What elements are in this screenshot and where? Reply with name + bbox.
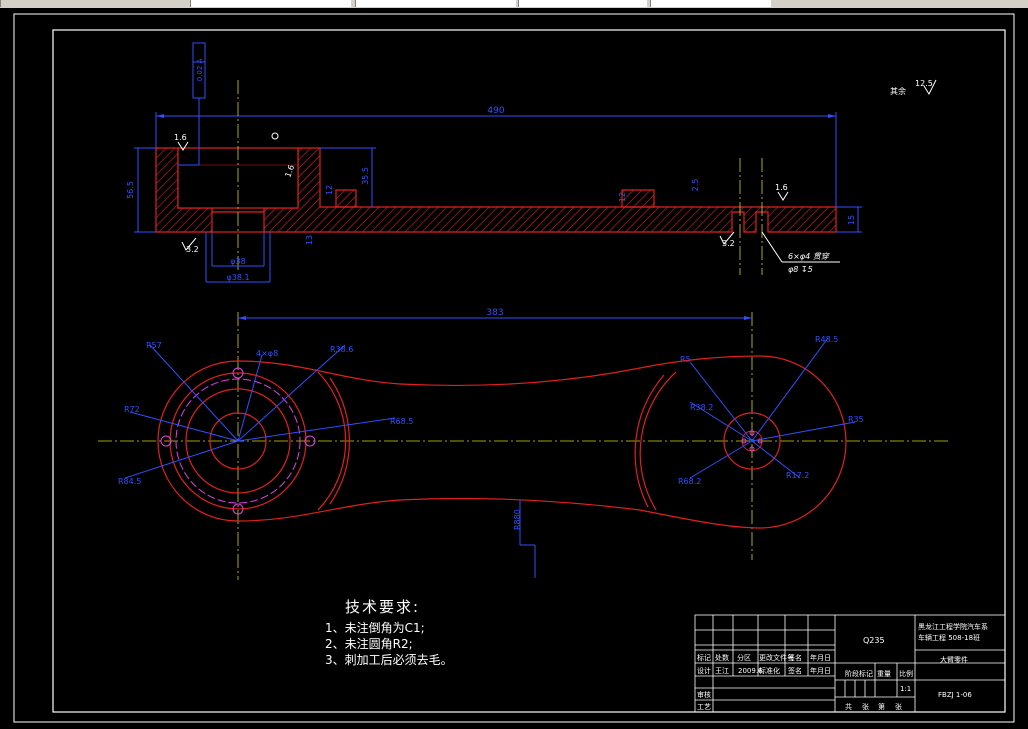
svg-text:处数: 处数 — [715, 653, 729, 662]
svg-text:12: 12 — [618, 192, 627, 202]
svg-text:签名: 签名 — [788, 653, 802, 662]
svg-text:3.2: 3.2 — [186, 245, 199, 254]
svg-text:工艺: 工艺 — [697, 703, 711, 711]
svg-text:张: 张 — [895, 702, 902, 711]
svg-text:R57: R57 — [146, 341, 162, 350]
svg-text:4×φ8: 4×φ8 — [256, 349, 278, 358]
svg-text:签名: 签名 — [788, 666, 802, 675]
svg-text:6×φ4 贯穿: 6×φ4 贯穿 — [788, 252, 830, 261]
svg-text:张: 张 — [862, 702, 869, 711]
svg-text:15: 15 — [847, 215, 856, 225]
svg-text:标准化: 标准化 — [759, 666, 780, 675]
svg-text:φ8 ↧5: φ8 ↧5 — [788, 265, 813, 274]
svg-text:R5: R5 — [680, 355, 691, 364]
svg-text:0.02 A: 0.02 A — [196, 58, 204, 81]
svg-text:R48.5: R48.5 — [815, 335, 838, 344]
svg-text:其余: 其余 — [890, 86, 906, 96]
svg-text:年月日: 年月日 — [810, 653, 831, 662]
inner-frame — [52, 29, 1006, 713]
svg-text:王江: 王江 — [715, 667, 729, 675]
overall-length-dim: 490 — [487, 106, 504, 116]
svg-text:1.6: 1.6 — [174, 133, 187, 142]
toolbar-dropdown[interactable] — [518, 0, 647, 7]
svg-text:12: 12 — [325, 185, 334, 195]
svg-text:第: 第 — [878, 702, 885, 711]
svg-text:R38.2: R38.2 — [690, 403, 713, 412]
svg-text:R84.5: R84.5 — [118, 477, 141, 486]
svg-text:1:1: 1:1 — [900, 685, 911, 693]
svg-text:分区: 分区 — [737, 653, 751, 662]
svg-text:φ38: φ38 — [230, 257, 245, 266]
section-view: 490 56.5 35.5 15 12 13 12 2.5 φ38 φ38.1 … — [126, 42, 937, 283]
svg-text:13: 13 — [305, 235, 314, 245]
svg-text:年月日: 年月日 — [810, 666, 831, 675]
svg-text:重量: 重量 — [877, 670, 891, 678]
cad-drawing-canvas[interactable]: 490 56.5 35.5 15 12 13 12 2.5 φ38 φ38.1 … — [0, 8, 1028, 729]
svg-text:FBZJ 1-06: FBZJ 1-06 — [938, 691, 972, 699]
svg-text:车辆工程 508-18班: 车辆工程 508-18班 — [918, 633, 980, 642]
svg-text:黑龙江工程学院汽车系: 黑龙江工程学院汽车系 — [918, 622, 988, 631]
svg-text:35.5: 35.5 — [361, 167, 370, 185]
tech-requirement-item: 2、未注圆角R2; — [325, 637, 413, 651]
tech-requirements-title: 技术要求: — [345, 598, 421, 616]
svg-text:R68.2: R68.2 — [678, 477, 701, 486]
toolbar-dropdown[interactable] — [355, 0, 516, 7]
svg-text:R38.6: R38.6 — [330, 345, 353, 354]
center-distance-dim: 383 — [486, 308, 503, 318]
plan-view: 383 R57 R72 R84.5 4×φ8 R38.6 R68.5 R5 R3… — [98, 308, 950, 580]
outer-frame — [13, 13, 1015, 723]
svg-text:R72: R72 — [124, 405, 140, 414]
engineering-drawing: 490 56.5 35.5 15 12 13 12 2.5 φ38 φ38.1 … — [13, 13, 1015, 723]
svg-text:56.5: 56.5 — [126, 181, 135, 199]
svg-text:比例: 比例 — [899, 669, 913, 678]
svg-text:审核: 审核 — [697, 690, 711, 699]
svg-text:φ38.1: φ38.1 — [226, 273, 249, 282]
svg-text:标记: 标记 — [697, 653, 711, 662]
svg-text:R880: R880 — [513, 509, 522, 530]
svg-text:R35: R35 — [848, 415, 864, 424]
svg-text:阶段标记: 阶段标记 — [845, 669, 873, 678]
toolbar-dropdown[interactable] — [190, 0, 351, 7]
tech-requirement-item: 3、刺加工后必须去毛。 — [325, 653, 453, 667]
svg-text:设计: 设计 — [697, 666, 711, 675]
svg-text:大臂零件: 大臂零件 — [940, 655, 968, 664]
svg-text:2.5: 2.5 — [691, 179, 700, 192]
svg-text:1.6: 1.6 — [775, 183, 788, 192]
svg-text:R68.5: R68.5 — [390, 417, 413, 426]
svg-text:Q235: Q235 — [863, 636, 885, 645]
toolbar-segment[interactable] — [0, 0, 131, 7]
title-block-text: Q235 黑龙江工程学院汽车系 车辆工程 508-18班 大臂零件 FBZJ 1… — [697, 622, 988, 711]
svg-text:R17.2: R17.2 — [786, 471, 809, 480]
toolbar-dropdown[interactable] — [650, 0, 771, 7]
tech-requirement-item: 1、未注倒角为C1; — [325, 621, 425, 635]
svg-text:共: 共 — [845, 702, 852, 711]
